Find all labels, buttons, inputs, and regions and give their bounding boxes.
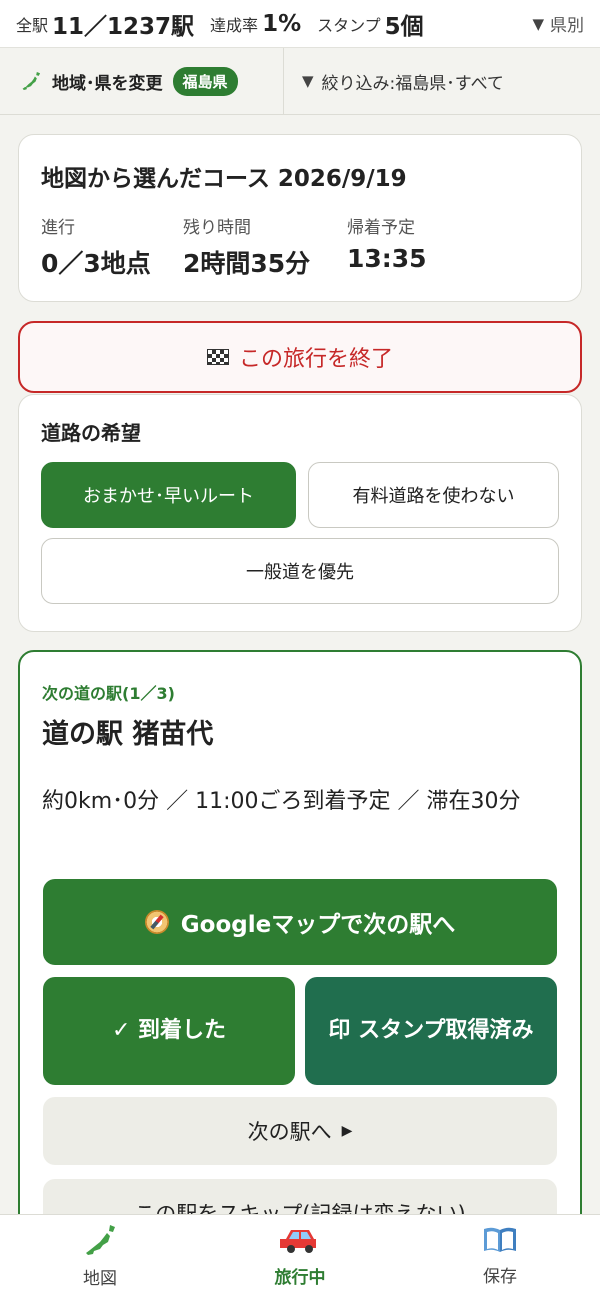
google-maps-label: Googleマップで次の駅へ <box>180 912 456 938</box>
achievement-rate-value: 1% <box>262 10 302 37</box>
triangle-down-icon: ▼ <box>532 14 544 33</box>
end-trip-label: この旅行を終了 <box>238 347 393 372</box>
change-region-label: 地域･県を変更 <box>52 73 163 94</box>
filter-label: 絞り込み:福島県･すべて <box>321 73 504 94</box>
station-name: 道の駅 猪苗代 <box>42 719 214 750</box>
road-option-avoid-tolls[interactable]: 有料道路を使わない <box>307 462 559 528</box>
car-icon <box>280 1230 316 1253</box>
nav-item-traveling[interactable]: 旅行中 <box>200 1215 400 1298</box>
next-station-button[interactable]: 次の駅へ ▶ <box>43 1097 557 1165</box>
course-title: 地図から選んだコース 2026/9/19 <box>41 166 407 192</box>
all-stations-label: 全駅 <box>16 15 49 35</box>
bottom-nav: 地図 旅行中 保存 <box>0 1214 600 1298</box>
course-card: 地図から選んだコース 2026/9/19 進行 0／3地点 残り時間 2時間35… <box>18 134 582 302</box>
stats-bar: 全駅 11／1237駅 達成率 1% スタンプ 5個 ▼ 県別 <box>0 0 600 48</box>
road-option-fastest[interactable]: おまかせ･早いルート <box>41 462 296 528</box>
japan-map-icon <box>22 71 41 91</box>
japan-map-icon <box>86 1225 115 1255</box>
nav-item-traveling-label: 旅行中 <box>274 1268 326 1288</box>
nav-item-map[interactable]: 地図 <box>0 1215 200 1298</box>
progress-label: 進行 <box>41 218 75 238</box>
filter-row: 地域･県を変更 福島県 ▼ 絞り込み:福島県･すべて <box>0 48 600 115</box>
course-stats: 進行 0／3地点 残り時間 2時間35分 帰着予定 13:35 <box>41 213 559 280</box>
triangle-down-icon: ▼ <box>302 72 314 90</box>
checkered-flag-icon <box>206 349 229 365</box>
remaining-time-label: 残り時間 <box>183 218 251 238</box>
all-stations-value: 11／1237駅 <box>52 13 195 40</box>
play-arrow-icon: ▶ <box>341 1123 353 1139</box>
remaining-time-value: 2時間35分 <box>183 249 311 278</box>
stamp-count-value: 5個 <box>384 13 424 40</box>
stamp-button[interactable]: 印 スタンプ取得済み <box>305 977 557 1085</box>
next-station-card: 次の道の駅(1／3) 道の駅 猪苗代 約0km･0分 ／ 11:00ごろ到着予定… <box>18 650 582 1250</box>
achievement-rate-label: 達成率 <box>210 15 259 35</box>
end-trip-button[interactable]: この旅行を終了 <box>18 321 582 393</box>
prefecture-toggle-label: 県別 <box>550 16 584 36</box>
station-info: 約0km･0分 ／ 11:00ごろ到着予定 ／ 滞在30分 <box>42 789 521 814</box>
stamp-count-label: スタンプ <box>317 15 381 35</box>
return-time-stat: 帰着予定 13:35 <box>347 213 427 280</box>
next-station-label: 次の道の駅(1／3) <box>42 684 175 703</box>
compass-icon <box>144 910 169 934</box>
road-option-local-roads[interactable]: 一般道を優先 <box>41 538 559 604</box>
remaining-time-stat: 残り時間 2時間35分 <box>183 213 347 280</box>
progress-value: 0／3地点 <box>41 249 151 278</box>
road-preference-title: 道路の希望 <box>41 421 141 445</box>
nav-item-map-label: 地図 <box>83 1269 117 1289</box>
next-station-button-label: 次の駅へ <box>247 1120 332 1144</box>
change-region-button[interactable]: 地域･県を変更 福島県 <box>0 48 284 114</box>
region-badge: 福島県 <box>172 66 238 96</box>
nav-item-saved-label: 保存 <box>483 1267 517 1287</box>
return-time-label: 帰着予定 <box>347 218 415 238</box>
road-options-row: おまかせ･早いルート 有料道路を使わない <box>41 462 559 528</box>
google-maps-button[interactable]: Googleマップで次の駅へ <box>43 879 557 965</box>
return-time-value: 13:35 <box>347 244 427 273</box>
filter-button[interactable]: ▼ 絞り込み:福島県･すべて <box>284 48 600 114</box>
progress-stat: 進行 0／3地点 <box>41 213 183 280</box>
road-preference-card: 道路の希望 おまかせ･早いルート 有料道路を使わない 一般道を優先 <box>18 394 582 632</box>
arrived-button[interactable]: ✓ 到着した <box>43 977 295 1085</box>
book-icon <box>484 1227 516 1252</box>
prefecture-toggle[interactable]: ▼ 県別 <box>532 11 584 37</box>
nav-item-saved[interactable]: 保存 <box>400 1215 600 1298</box>
